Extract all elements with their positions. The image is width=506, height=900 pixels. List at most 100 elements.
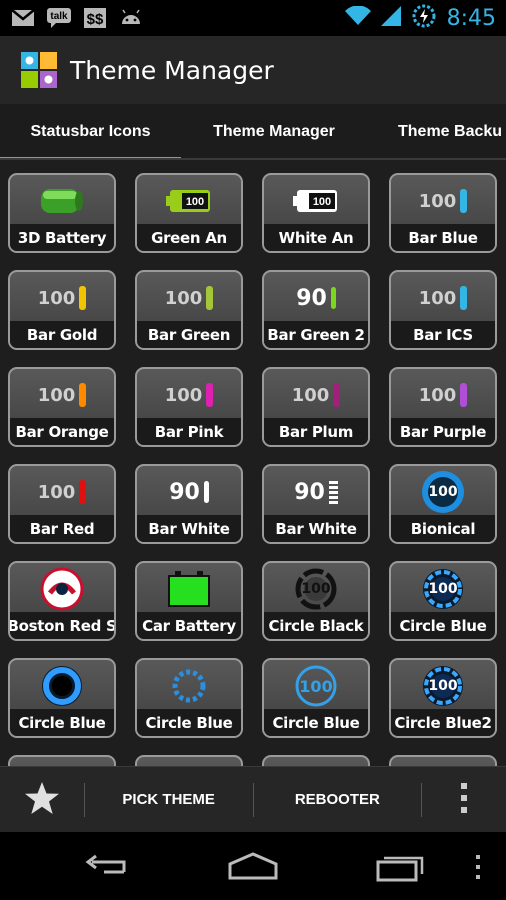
theme-tile[interactable]: 100 Bar Plum (262, 367, 370, 447)
theme-tile[interactable]: 100 Green An (135, 173, 243, 253)
bar-icon: 90 (137, 466, 241, 518)
theme-tile[interactable]: Boston Red S (8, 561, 116, 641)
battery-percent: 100 (37, 481, 76, 503)
theme-tile[interactable]: 100 Bar Pink (135, 367, 243, 447)
level-bar (79, 480, 87, 504)
theme-tile[interactable]: 100 Bionical (389, 464, 497, 544)
theme-tile-label: Bar Gold (10, 321, 114, 348)
tab-theme-backup[interactable]: Theme Backu (388, 104, 506, 158)
theme-tile[interactable]: 100 Circle Blue2 (389, 658, 497, 738)
theme-tile-label: Bar Pink (137, 418, 241, 445)
theme-tile-label: Bar Purple (391, 418, 495, 445)
theme-tile[interactable]: 100 Bar Green (135, 270, 243, 350)
theme-tile[interactable]: 100 Bar Gold (8, 270, 116, 350)
dollar-icon: $$ (82, 7, 108, 29)
menu-icon[interactable] (475, 854, 481, 885)
bionical-circle-icon: 100 (391, 466, 495, 518)
battery-percent: 100 (418, 190, 457, 212)
battery-percent: 100 (428, 581, 458, 597)
theme-tile[interactable]: 100 Bar Red (8, 464, 116, 544)
battery-percent: 100 (418, 384, 457, 406)
theme-tile-label: Bar White (264, 515, 368, 542)
circle-blue-dotted-icon (137, 660, 241, 712)
green-battery-icon: 100 (137, 175, 241, 227)
theme-tile-partial[interactable] (135, 755, 243, 766)
android-icon (118, 7, 144, 29)
theme-tile-label: Bar Blue (391, 224, 495, 251)
theme-tile-partial[interactable] (262, 755, 370, 766)
theme-tile[interactable]: 90 Bar White (135, 464, 243, 544)
star-icon (24, 781, 60, 819)
tab-statusbar-icons[interactable]: Statusbar Icons (0, 104, 181, 158)
tab-theme-manager[interactable]: Theme Manager (181, 104, 367, 158)
theme-tile[interactable]: Circle Blue (135, 658, 243, 738)
battery-percent: 100 (299, 676, 333, 696)
theme-tile[interactable]: 100 Circle Black (262, 561, 370, 641)
status-bar: talk $$ 8:45 (0, 0, 506, 36)
level-bar (79, 286, 87, 310)
level-bar (460, 286, 468, 310)
theme-grid[interactable]: 3D Battery 100 Green An 100 White An 100 Bar B… (0, 160, 506, 766)
theme-tile-label: Bionical (391, 515, 495, 542)
recent-apps-icon[interactable] (374, 850, 426, 887)
notification-icons: talk $$ (10, 7, 144, 29)
signal-icon (380, 5, 401, 31)
level-bar (460, 383, 468, 407)
3d-battery-icon (10, 175, 114, 227)
battery-percent: 90 (294, 479, 325, 505)
theme-tile[interactable]: Car Battery (135, 561, 243, 641)
theme-tile[interactable]: 90 Bar Green 2 (262, 270, 370, 350)
tab-label: Statusbar Icons (30, 123, 151, 140)
white-battery-icon: 100 (264, 175, 368, 227)
theme-tile-partial[interactable] (8, 755, 116, 766)
theme-tile[interactable]: Circle Blue (8, 658, 116, 738)
theme-tile-label: Circle Blue (391, 612, 495, 639)
theme-tile[interactable]: 100 White An (262, 173, 370, 253)
circle-black-icon: 100 (264, 563, 368, 615)
back-icon[interactable] (84, 854, 132, 885)
battery-percent: 100 (301, 581, 331, 597)
theme-tile-label: White An (264, 224, 368, 251)
theme-tile[interactable]: 100 Bar Orange (8, 367, 116, 447)
bar-icon: 100 (391, 272, 495, 324)
bar-icon: 100 (137, 369, 241, 421)
bar-icon: 100 (137, 272, 241, 324)
theme-tile[interactable]: 3D Battery (8, 173, 116, 253)
tab-bar: Statusbar Icons Theme Manager Theme Back… (0, 104, 506, 160)
theme-tile[interactable]: 100 Bar ICS (389, 270, 497, 350)
theme-tile[interactable]: 100 Bar Blue (389, 173, 497, 253)
battery-percent: 90 (169, 479, 200, 505)
theme-tile[interactable]: 100 Circle Blue (262, 658, 370, 738)
battery-percent: 100 (164, 287, 203, 309)
bottom-action-bar: PICK THEME REBOOTER (0, 766, 506, 832)
favorite-button[interactable] (0, 767, 84, 832)
theme-tile-label: Bar Green 2 (264, 321, 368, 348)
tab-label: Theme Backu (398, 123, 503, 140)
circle-blue-ring-icon (10, 660, 114, 712)
theme-tile-label: Green An (137, 224, 241, 251)
theme-tile[interactable]: 90 Bar White (262, 464, 370, 544)
tab-label: Theme Manager (213, 123, 335, 140)
bar-icon: 100 (391, 175, 495, 227)
svg-text:talk: talk (50, 11, 68, 22)
level-bar (330, 287, 336, 309)
theme-tile-partial[interactable] (389, 755, 497, 766)
car-battery-icon (137, 563, 241, 615)
overflow-menu-button[interactable] (422, 767, 506, 832)
app-title: Theme Manager (70, 55, 274, 85)
battery-charging-icon (411, 3, 437, 34)
pick-theme-button[interactable]: PICK THEME (85, 767, 253, 832)
circle-blue2-icon: 100 (391, 660, 495, 712)
theme-tile-label: Bar ICS (391, 321, 495, 348)
app-logo-icon[interactable] (20, 51, 58, 89)
theme-tile-label: 3D Battery (10, 224, 114, 251)
home-icon[interactable] (226, 852, 280, 885)
theme-tile[interactable]: 100 Bar Purple (389, 367, 497, 447)
navigation-bar (0, 832, 506, 900)
level-bar (79, 383, 87, 407)
rebooter-button[interactable]: REBOOTER (254, 767, 422, 832)
theme-tile[interactable]: 100 Circle Blue (389, 561, 497, 641)
level-bar (206, 383, 214, 407)
clock: 8:45 (446, 5, 496, 31)
overflow-menu-icon (460, 782, 468, 818)
